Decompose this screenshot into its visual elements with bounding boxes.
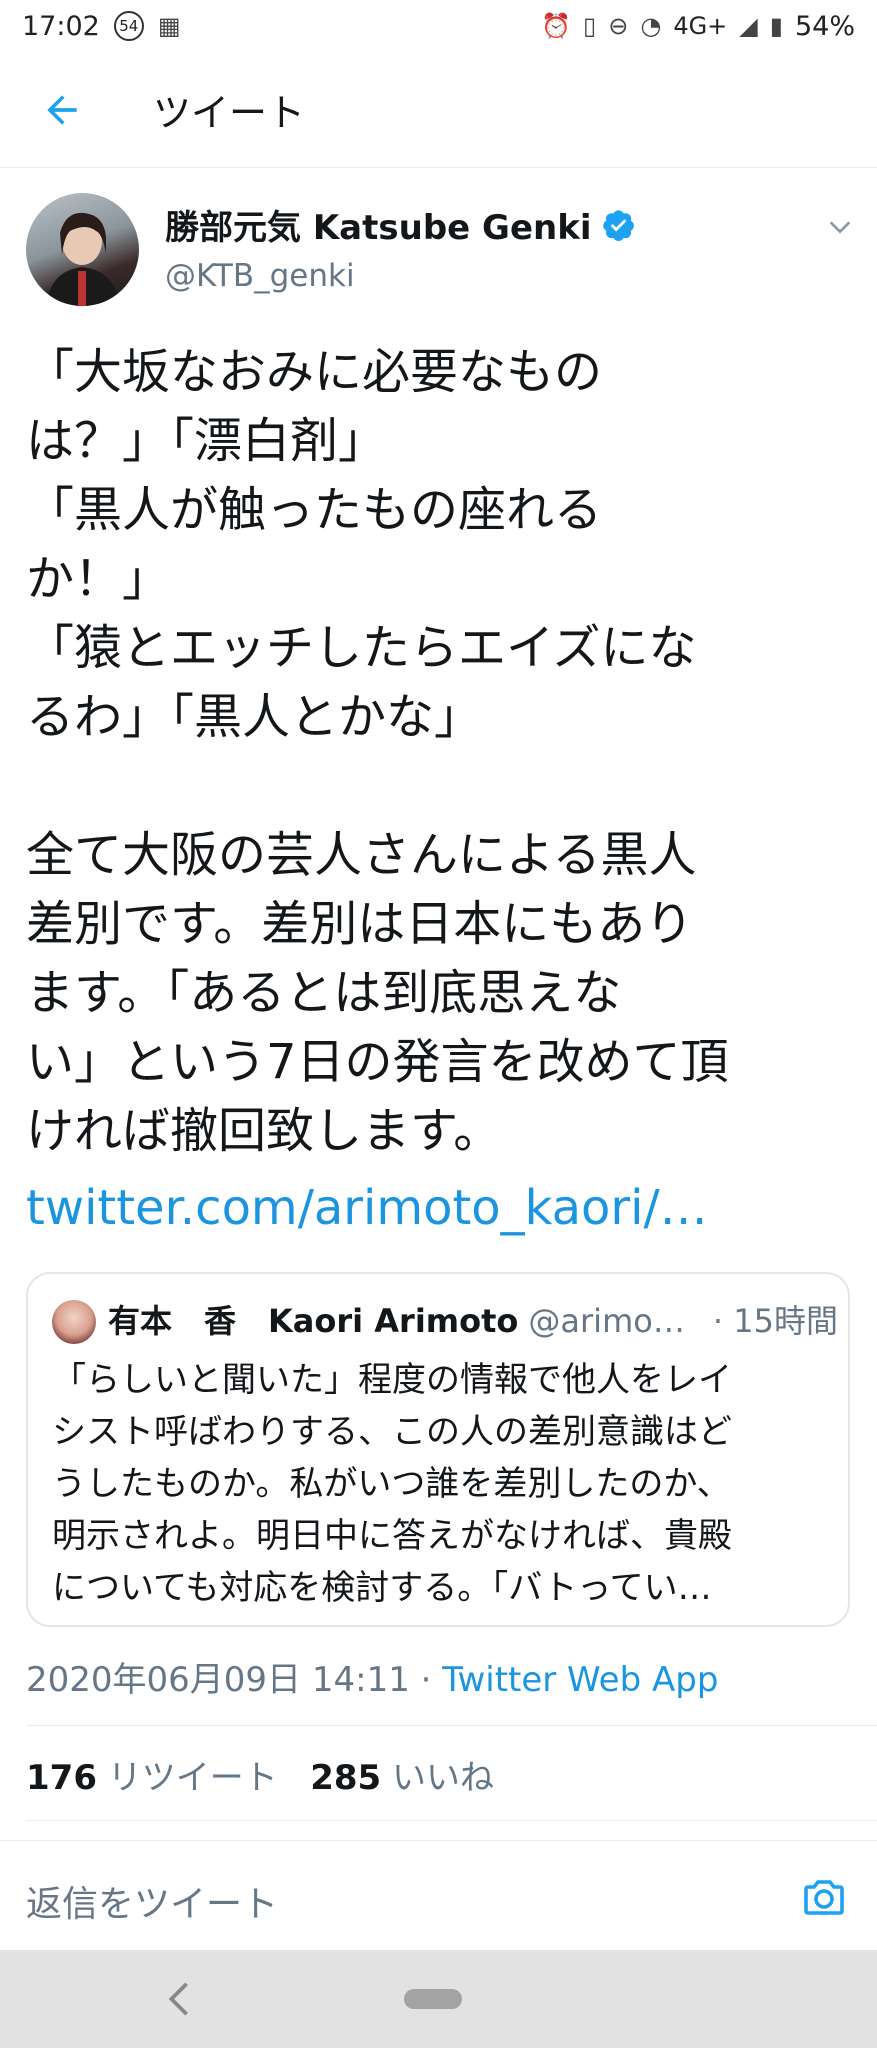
header: ツイート: [0, 52, 877, 168]
app-notification-icon: ▦: [157, 12, 181, 40]
quoted-tweet-header: 有本 香 Kaori Arimoto @arimo… · 15時間: [108, 1296, 838, 1342]
alarm-icon: ⏰: [541, 12, 572, 40]
nav-home-button[interactable]: [404, 1989, 462, 2009]
status-time: 17:02: [22, 10, 100, 42]
back-arrow-icon[interactable]: [40, 88, 84, 132]
quoted-tweet-time: · 15時間: [712, 1302, 838, 1340]
notification-badge: 54: [113, 11, 144, 41]
signal-icon: ◢: [739, 12, 758, 40]
quoted-tweet-card[interactable]: 有本 香 Kaori Arimoto @arimo… · 15時間 「らしいと聞…: [26, 1272, 850, 1627]
author-name[interactable]: 勝部元気 Katsube Genki: [165, 200, 636, 249]
tweet-stats: 176 リツイート 285 いいね: [26, 1750, 494, 1799]
author-handle[interactable]: @KTB_genki: [165, 258, 355, 294]
page-title: ツイート: [153, 91, 306, 135]
status-bar: 17:02 54 ▦ ⏰ ▯ ⊖ ◔ 4G+ ◢ ▮ 54%: [0, 0, 877, 52]
quoted-tweet-text: 「らしいと聞いた」程度の情報で他人をレイ シスト呼ばわりする、この人の差別意識は…: [52, 1360, 732, 1608]
retweet-label: リツイート: [107, 1758, 278, 1798]
system-nav-bar: [0, 1950, 877, 2048]
battery-percent: 54%: [794, 10, 855, 42]
meta-separator: ·: [409, 1660, 443, 1700]
vibrate-icon: ▯: [583, 12, 597, 40]
tweet-source-link[interactable]: Twitter Web App: [442, 1660, 718, 1700]
do-not-disturb-icon: ⊖: [608, 12, 629, 40]
chevron-down-icon[interactable]: [826, 213, 854, 241]
wifi-icon: ◔: [640, 12, 662, 40]
divider: [26, 1820, 877, 1821]
divider: [26, 1725, 877, 1726]
retweet-stat[interactable]: 176 リツイート: [26, 1758, 278, 1798]
reply-bar[interactable]: 返信をツイート: [0, 1840, 877, 1950]
like-label: いいね: [392, 1758, 495, 1798]
like-stat[interactable]: 285 いいね: [310, 1758, 494, 1798]
quoted-author-handle: @arimo…: [528, 1302, 685, 1340]
network-type: 4G+: [673, 12, 728, 40]
tweet-meta: 2020年06月09日 14:11 · Twitter Web App: [26, 1652, 718, 1701]
tweet-timestamp: 2020年06月09日 14:11: [26, 1660, 410, 1700]
verified-badge-icon: [602, 209, 634, 241]
battery-icon: ▮: [769, 12, 783, 40]
tweet-link[interactable]: twitter.com/arimoto_kaori/…: [26, 1175, 846, 1241]
avatar[interactable]: [26, 193, 139, 306]
reply-input[interactable]: 返信をツイート: [26, 1875, 278, 1927]
camera-icon[interactable]: [800, 1873, 848, 1921]
tweet-text: 「大坂なおみに必要なもの は？」「漂白剤」 「黒人が触ったもの座れる か！」 「…: [26, 344, 729, 1159]
retweet-count: 176: [26, 1758, 97, 1798]
author-name-text: 勝部元気 Katsube Genki: [165, 208, 592, 248]
quoted-avatar: [52, 1300, 96, 1344]
quoted-author-name: 有本 香 Kaori Arimoto: [108, 1302, 519, 1340]
like-count: 285: [310, 1758, 382, 1798]
nav-back-icon[interactable]: [165, 1980, 193, 2018]
